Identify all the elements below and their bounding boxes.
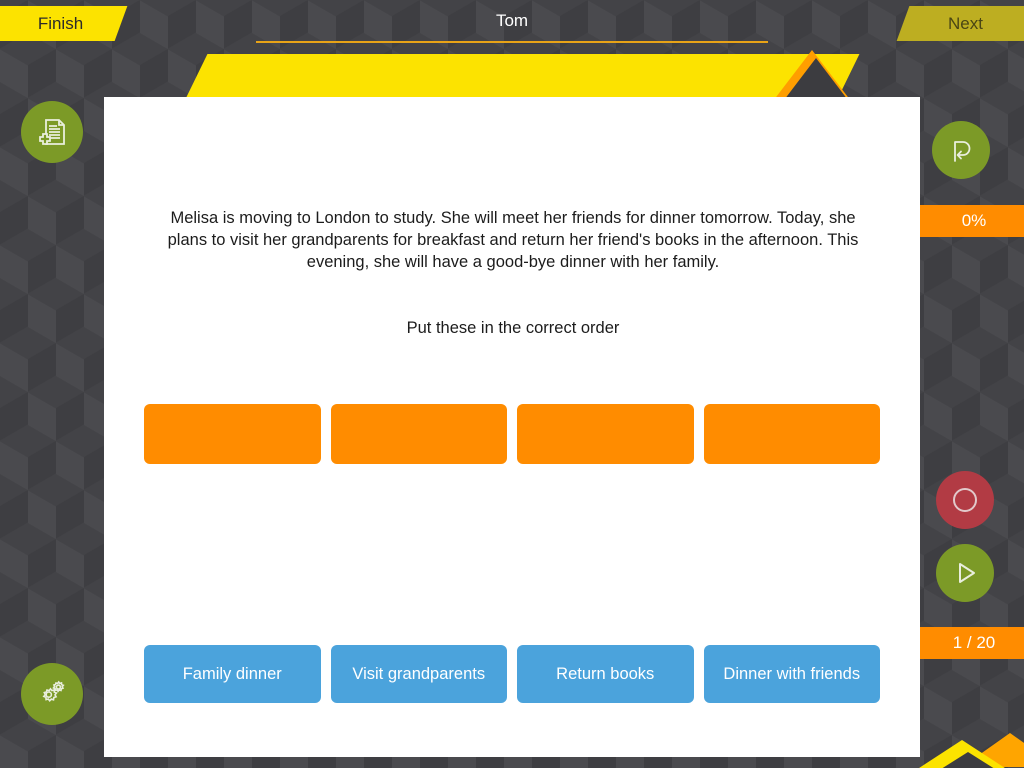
page-title: Tom bbox=[495, 11, 529, 30]
header-banner bbox=[184, 54, 860, 101]
answer-slot[interactable] bbox=[517, 404, 694, 464]
draggable-tile[interactable]: Family dinner bbox=[144, 645, 321, 703]
question-text: Melisa is moving to London to study. She… bbox=[167, 209, 859, 271]
answer-slots bbox=[144, 404, 880, 464]
title-underline bbox=[256, 41, 768, 43]
bottom-chevron-cutout bbox=[930, 752, 1006, 768]
answer-slot[interactable] bbox=[330, 404, 507, 464]
replay-loop-icon bbox=[945, 134, 977, 166]
draggable-tiles: Family dinner Visit grandparents Return … bbox=[144, 645, 880, 703]
answer-slot[interactable] bbox=[144, 404, 321, 464]
add-note-button[interactable] bbox=[21, 101, 83, 163]
draggable-tile[interactable]: Return books bbox=[517, 645, 694, 703]
record-circle-icon bbox=[950, 485, 980, 515]
draggable-tile[interactable]: Visit grandparents bbox=[330, 645, 507, 703]
app-root: Finish Next Tom 0% 1 / 20 Melisa is movi… bbox=[0, 0, 1024, 768]
progress-badge-label: 0% bbox=[961, 211, 987, 230]
counter-badge-label: 1 / 20 bbox=[952, 633, 996, 652]
settings-button[interactable] bbox=[21, 663, 83, 725]
record-button[interactable] bbox=[936, 471, 994, 529]
document-plus-icon bbox=[35, 115, 69, 149]
question-card: Melisa is moving to London to study. She… bbox=[104, 97, 920, 757]
draggable-tile[interactable]: Dinner with friends bbox=[703, 645, 880, 703]
play-triangle-icon bbox=[949, 557, 981, 589]
answer-slot[interactable] bbox=[703, 404, 880, 464]
replay-button[interactable] bbox=[932, 121, 990, 179]
play-button[interactable] bbox=[936, 544, 994, 602]
gears-icon bbox=[34, 676, 70, 712]
counter-badge: 1 / 20 bbox=[905, 627, 1024, 659]
instruction-text: Put these in the correct order bbox=[406, 319, 620, 337]
progress-badge: 0% bbox=[905, 205, 1024, 237]
